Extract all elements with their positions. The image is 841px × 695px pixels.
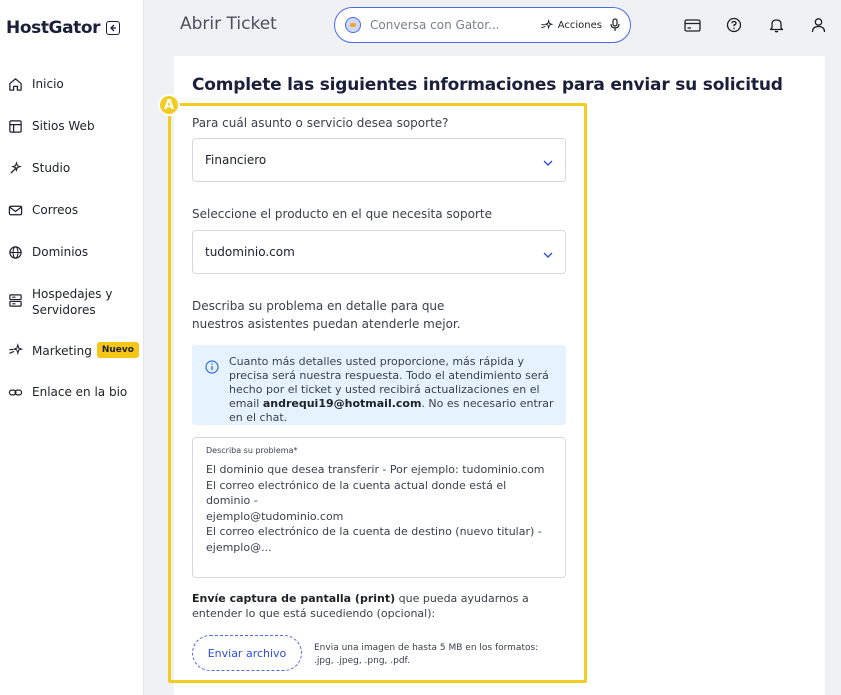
sidebar-item-label: Studio: [32, 161, 71, 175]
top-bar: Abrir Ticket Conversa con Gator... Accio…: [144, 0, 841, 52]
upload-file-button[interactable]: Enviar archivo: [192, 635, 302, 671]
form-title: Complete las siguientes informaciones pa…: [192, 75, 783, 95]
search-input[interactable]: Conversa con Gator...: [370, 18, 540, 32]
subject-select-value: Financiero: [205, 153, 267, 167]
subject-select[interactable]: Financiero: [192, 138, 566, 182]
collapse-sidebar-icon[interactable]: [106, 21, 121, 35]
placeholder-line: ejemplo@...: [206, 540, 272, 554]
info-icon: [205, 359, 219, 378]
upload-format-note: Envia una imagen de hasta 5 MB en los fo…: [314, 642, 538, 668]
sidebar-item-studio[interactable]: Studio: [0, 159, 76, 177]
textarea-placeholder: El dominio que desea transferir - Por ej…: [206, 462, 552, 555]
microphone-icon[interactable]: [610, 18, 620, 32]
chevron-down-icon: [543, 243, 553, 262]
placeholder-line: ejemplo@tudominio.com: [206, 509, 344, 523]
user-email: andrequi19@hotmail.com: [262, 397, 422, 410]
upload-note-line: .jpg, .jpeg, .png, .pdf.: [314, 656, 410, 666]
problem-description-textarea[interactable]: Describa su problema* El dominio que des…: [192, 437, 566, 578]
product-select-value: tudominio.com: [205, 245, 295, 259]
gator-avatar-icon: [345, 17, 361, 33]
server-icon: [6, 291, 24, 309]
home-icon: [6, 75, 24, 93]
sidebar-item-inicio[interactable]: Inicio: [0, 75, 70, 93]
globe-icon: [6, 243, 24, 261]
placeholder-line: El correo electrónico de la cuenta actua…: [206, 478, 507, 508]
user-profile-icon[interactable]: [807, 14, 829, 36]
highlight-marker: A: [158, 94, 180, 116]
product-label: Seleccione el producto en el que necesit…: [192, 207, 492, 221]
browser-icon: [6, 117, 24, 135]
sidebar-item-label: Correos: [32, 203, 79, 217]
sidebar-item-hospedajes[interactable]: Hospedajes y Servidores: [0, 285, 128, 318]
new-badge: Nuevo: [96, 342, 139, 358]
billing-card-icon[interactable]: [681, 14, 703, 36]
link-icon: [6, 383, 24, 401]
sidebar-item-label: Hospedajes y Servidores: [32, 287, 113, 317]
sidebar-item-label: Marketing: [32, 343, 92, 358]
sidebar-item-dominios[interactable]: Dominios: [0, 243, 94, 261]
placeholder-line: El dominio que desea transferir - Por ej…: [206, 463, 545, 476]
top-icons: [681, 14, 829, 36]
info-text: Cuanto más detalles usted proporcione, m…: [229, 355, 554, 425]
subject-label: Para cuál asunto o servicio desea soport…: [192, 116, 449, 130]
page-title: Abrir Ticket: [180, 14, 277, 34]
sparkle-icon: [6, 341, 24, 359]
textarea-label: Describa su problema*: [206, 446, 298, 455]
describe-instructions: Describa su problema en detalle para que…: [192, 297, 461, 333]
sidebar-item-sitios-web[interactable]: Sitios Web: [0, 117, 101, 135]
sparkle-icon: [540, 18, 554, 30]
actions-button[interactable]: Acciones: [540, 18, 602, 32]
sidebar: HostGator Inicio Sitios Web Studio Corre…: [0, 0, 144, 695]
chevron-down-icon: [543, 151, 553, 170]
product-select[interactable]: tudominio.com: [192, 230, 566, 274]
upload-note-line: Envia una imagen de hasta 5 MB en los fo…: [314, 643, 539, 653]
describe-line: Describa su problema en detalle para que: [192, 299, 445, 313]
sidebar-item-enlace-bio[interactable]: Enlace en la bio: [0, 383, 133, 401]
notifications-bell-icon[interactable]: [765, 14, 787, 36]
sidebar-item-label: Dominios: [32, 245, 89, 259]
info-alert: Cuanto más detalles usted proporcione, m…: [192, 345, 566, 425]
mail-icon: [6, 201, 24, 219]
sidebar-item-marketing[interactable]: Marketing Nuevo: [0, 341, 145, 359]
describe-line: nuestros asistentes puedan atenderle mej…: [192, 317, 461, 331]
brand-logo[interactable]: HostGator: [6, 18, 101, 38]
placeholder-line: El correo electrónico de la cuenta de de…: [206, 525, 542, 538]
sidebar-item-label: Inicio: [32, 77, 64, 91]
upload-instructions-bold: Envíe captura de pantalla (print): [192, 592, 396, 605]
studio-icon: [6, 159, 24, 177]
help-icon[interactable]: [723, 14, 745, 36]
gator-chat-search[interactable]: Conversa con Gator... Acciones: [334, 7, 631, 43]
actions-label: Acciones: [557, 19, 602, 31]
sidebar-item-label: Enlace en la bio: [32, 385, 128, 399]
sidebar-item-label: Sitios Web: [32, 119, 95, 133]
upload-instructions: Envíe captura de pantalla (print) que pu…: [192, 591, 572, 621]
sidebar-item-correos[interactable]: Correos: [0, 201, 84, 219]
brand: HostGator: [6, 18, 121, 38]
